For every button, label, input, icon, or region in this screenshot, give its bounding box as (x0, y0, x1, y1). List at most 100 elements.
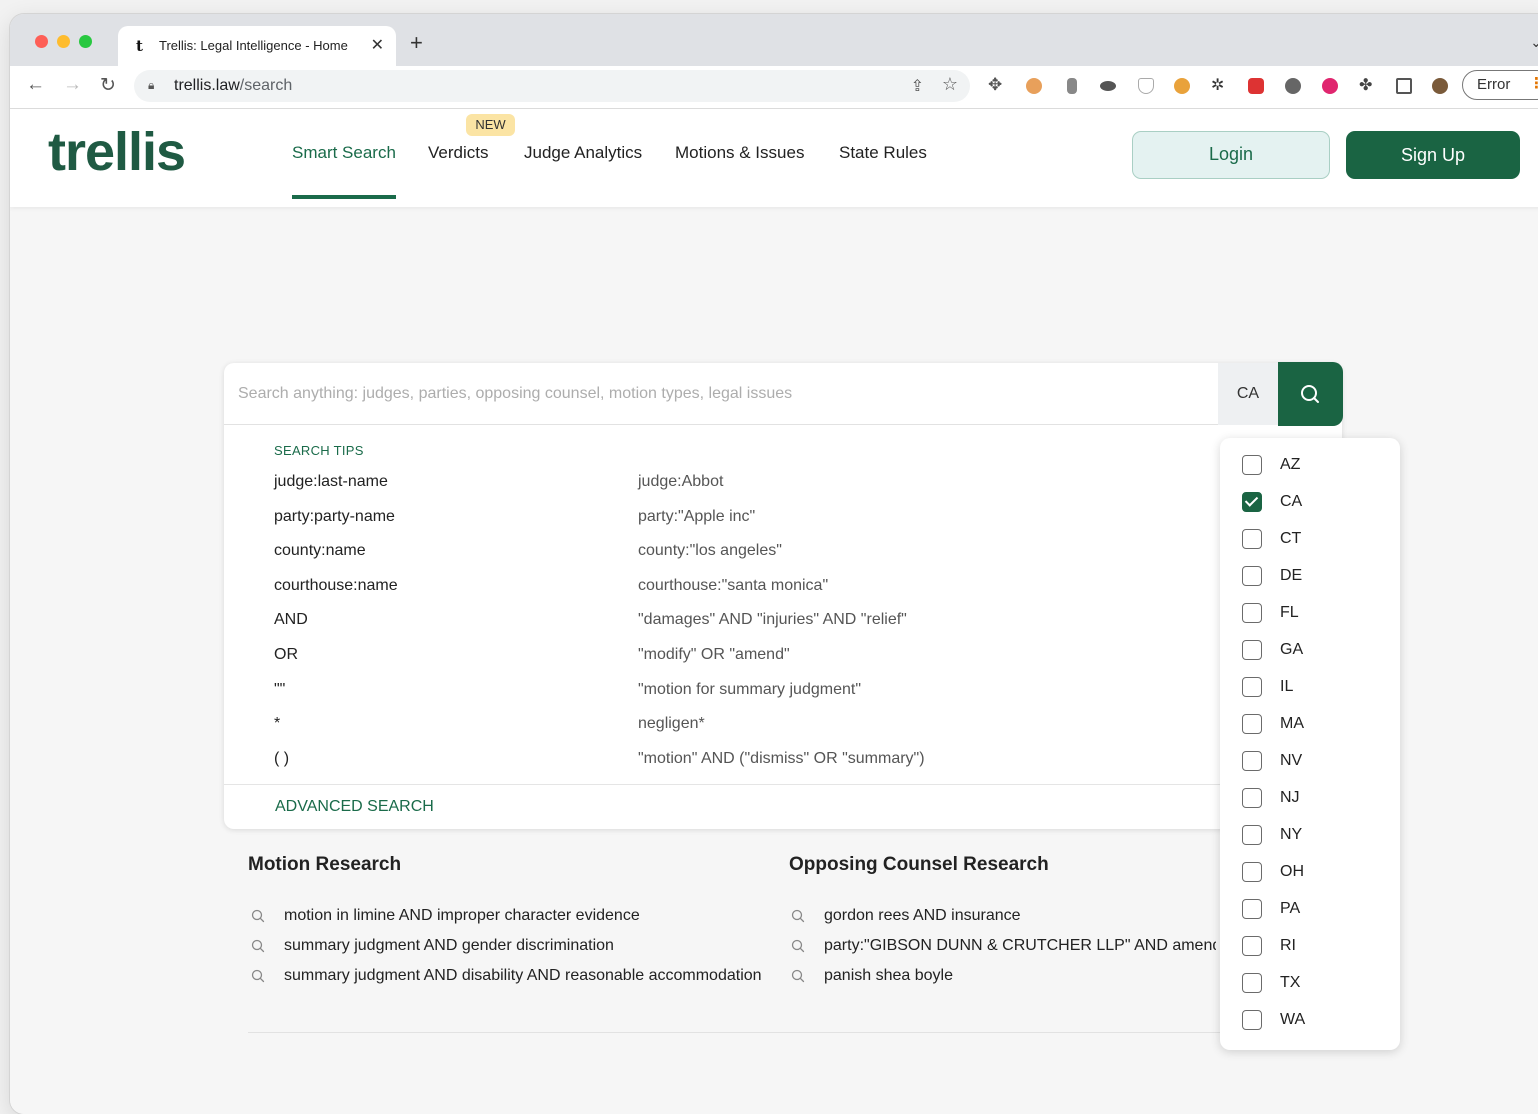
reload-icon[interactable]: ↻ (100, 74, 116, 97)
close-window-button[interactable] (35, 35, 48, 48)
search-card: CA SEARCH TIPS judge:last-name judge:Abbo… (224, 362, 1343, 829)
forward-arrow-icon[interactable]: → (63, 74, 82, 96)
search-button[interactable] (1278, 362, 1343, 426)
back-arrow-icon[interactable]: ← (26, 74, 45, 96)
state-option-il[interactable]: IL (1242, 677, 1382, 701)
share-icon[interactable]: ⇪ (911, 76, 924, 96)
checkbox[interactable] (1242, 677, 1262, 697)
nav-smart-search[interactable]: Smart Search (292, 143, 396, 163)
checkbox[interactable] (1242, 936, 1262, 956)
state-option-de[interactable]: DE (1242, 566, 1382, 590)
search-tips-heading: SEARCH TIPS (274, 443, 364, 458)
state-option-tx[interactable]: TX (1242, 973, 1382, 997)
extension-icon[interactable]: ✲ (1211, 75, 1227, 94)
checkbox[interactable] (1242, 788, 1262, 808)
move-extension-icon[interactable]: ✥ (988, 75, 1004, 94)
puzzle-extensions-icon[interactable]: ✤ (1359, 75, 1375, 94)
extension-icon[interactable] (1067, 78, 1077, 94)
search-tip-syntax: county:name (274, 542, 366, 560)
tab-search-chevron-icon[interactable]: ⌄ (1530, 34, 1538, 51)
maximize-window-button[interactable] (79, 35, 92, 48)
search-input[interactable] (224, 363, 1218, 425)
browser-tab[interactable]: t Trellis: Legal Intelligence - Home ✕ (118, 26, 396, 66)
state-option-ca[interactable]: CA (1242, 492, 1382, 516)
nav-verdicts[interactable]: Verdicts (428, 143, 488, 163)
checkbox[interactable] (1242, 1010, 1262, 1030)
search-tip-example: negligen* (638, 715, 705, 733)
search-tip-example: county:"los angeles" (638, 542, 782, 560)
state-selector-button[interactable]: CA (1218, 363, 1278, 425)
search-tip-syntax: AND (274, 611, 308, 629)
bookmark-star-icon[interactable]: ☆ (942, 74, 958, 95)
search-icon (250, 938, 266, 954)
extension-icon[interactable] (1026, 78, 1042, 94)
motion-research-suggestion[interactable]: summary judgment AND gender discriminati… (284, 937, 614, 955)
checkbox[interactable] (1242, 714, 1262, 734)
state-option-ga[interactable]: GA (1242, 640, 1382, 664)
checkbox[interactable] (1242, 825, 1262, 845)
address-bar[interactable]: 🔒︎ trellis.law/search ⇪ ☆ (134, 70, 970, 102)
active-nav-underline (292, 195, 396, 199)
counsel-research-suggestion[interactable]: gordon rees AND insurance (824, 907, 1021, 925)
checkbox[interactable] (1242, 973, 1262, 993)
state-option-pa[interactable]: PA (1242, 899, 1382, 923)
minimize-window-button[interactable] (57, 35, 70, 48)
search-tip-example: "modify" OR "amend" (638, 646, 790, 663)
checkbox[interactable] (1242, 640, 1262, 660)
extension-icon[interactable] (1285, 78, 1301, 94)
extension-icon[interactable] (1322, 78, 1338, 94)
checkbox[interactable] (1242, 529, 1262, 549)
motion-research-suggestion[interactable]: motion in limine AND improper character … (284, 907, 640, 925)
eye-extension-icon[interactable] (1100, 81, 1116, 91)
checkbox[interactable] (1242, 899, 1262, 919)
search-tip-syntax: OR (274, 646, 298, 663)
login-button[interactable]: Login (1132, 131, 1330, 179)
nav-motions-issues[interactable]: Motions & Issues (675, 143, 804, 163)
browser-window: t Trellis: Legal Intelligence - Home ✕ +… (10, 14, 1538, 1114)
state-option-nv[interactable]: NV (1242, 751, 1382, 775)
state-option-oh[interactable]: OH (1242, 862, 1382, 886)
state-option-label: IL (1280, 678, 1294, 695)
shield-extension-icon[interactable] (1138, 78, 1154, 94)
advanced-search-link[interactable]: ADVANCED SEARCH (275, 798, 434, 816)
signup-button[interactable]: Sign Up (1346, 131, 1520, 179)
state-option-ma[interactable]: MA (1242, 714, 1382, 738)
state-option-label: RI (1280, 937, 1296, 954)
profile-avatar-icon[interactable] (1432, 78, 1448, 94)
checkbox[interactable] (1242, 862, 1262, 882)
state-option-wa[interactable]: WA (1242, 1010, 1382, 1034)
close-tab-icon[interactable]: ✕ (371, 35, 384, 55)
url-text: trellis.law/search (174, 77, 293, 94)
search-icon (250, 968, 266, 984)
state-option-nj[interactable]: NJ (1242, 788, 1382, 812)
nav-state-rules[interactable]: State Rules (839, 143, 927, 163)
motion-research-suggestion[interactable]: summary judgment AND disability AND reas… (284, 967, 762, 985)
checkbox[interactable] (1242, 566, 1262, 586)
state-option-ct[interactable]: CT (1242, 529, 1382, 553)
cookie-extension-icon[interactable] (1174, 78, 1190, 94)
nav-judge-analytics[interactable]: Judge Analytics (524, 143, 642, 163)
state-option-label: PA (1280, 900, 1301, 917)
sidebar-panel-icon[interactable] (1396, 78, 1412, 94)
state-option-label: CA (1280, 493, 1303, 510)
lock-icon: 🔒︎ (148, 78, 155, 92)
state-option-ny[interactable]: NY (1242, 825, 1382, 849)
checkbox[interactable] (1242, 455, 1262, 475)
counsel-research-suggestion[interactable]: panish shea boyle (824, 967, 953, 985)
browser-titlebar: t Trellis: Legal Intelligence - Home ✕ +… (10, 14, 1538, 66)
error-button[interactable]: Error ⋮ (1462, 70, 1538, 100)
state-option-label: GA (1280, 641, 1304, 658)
checkbox[interactable] (1242, 603, 1262, 623)
checkbox-checked[interactable] (1242, 492, 1262, 512)
trellis-logo[interactable]: trellis (48, 121, 186, 183)
state-option-ri[interactable]: RI (1242, 936, 1382, 960)
state-option-label: OH (1280, 863, 1304, 880)
checkbox[interactable] (1242, 751, 1262, 771)
state-option-az[interactable]: AZ (1242, 455, 1382, 479)
extension-icon[interactable] (1248, 78, 1264, 94)
new-tab-button[interactable]: + (410, 32, 423, 54)
counsel-research-suggestion[interactable]: party:"GIBSON DUNN & CRUTCHER LLP" AND a… (824, 937, 1216, 955)
new-badge: NEW (466, 114, 515, 136)
search-tip-syntax: judge:last-name (274, 473, 388, 490)
state-option-fl[interactable]: FL (1242, 603, 1382, 627)
